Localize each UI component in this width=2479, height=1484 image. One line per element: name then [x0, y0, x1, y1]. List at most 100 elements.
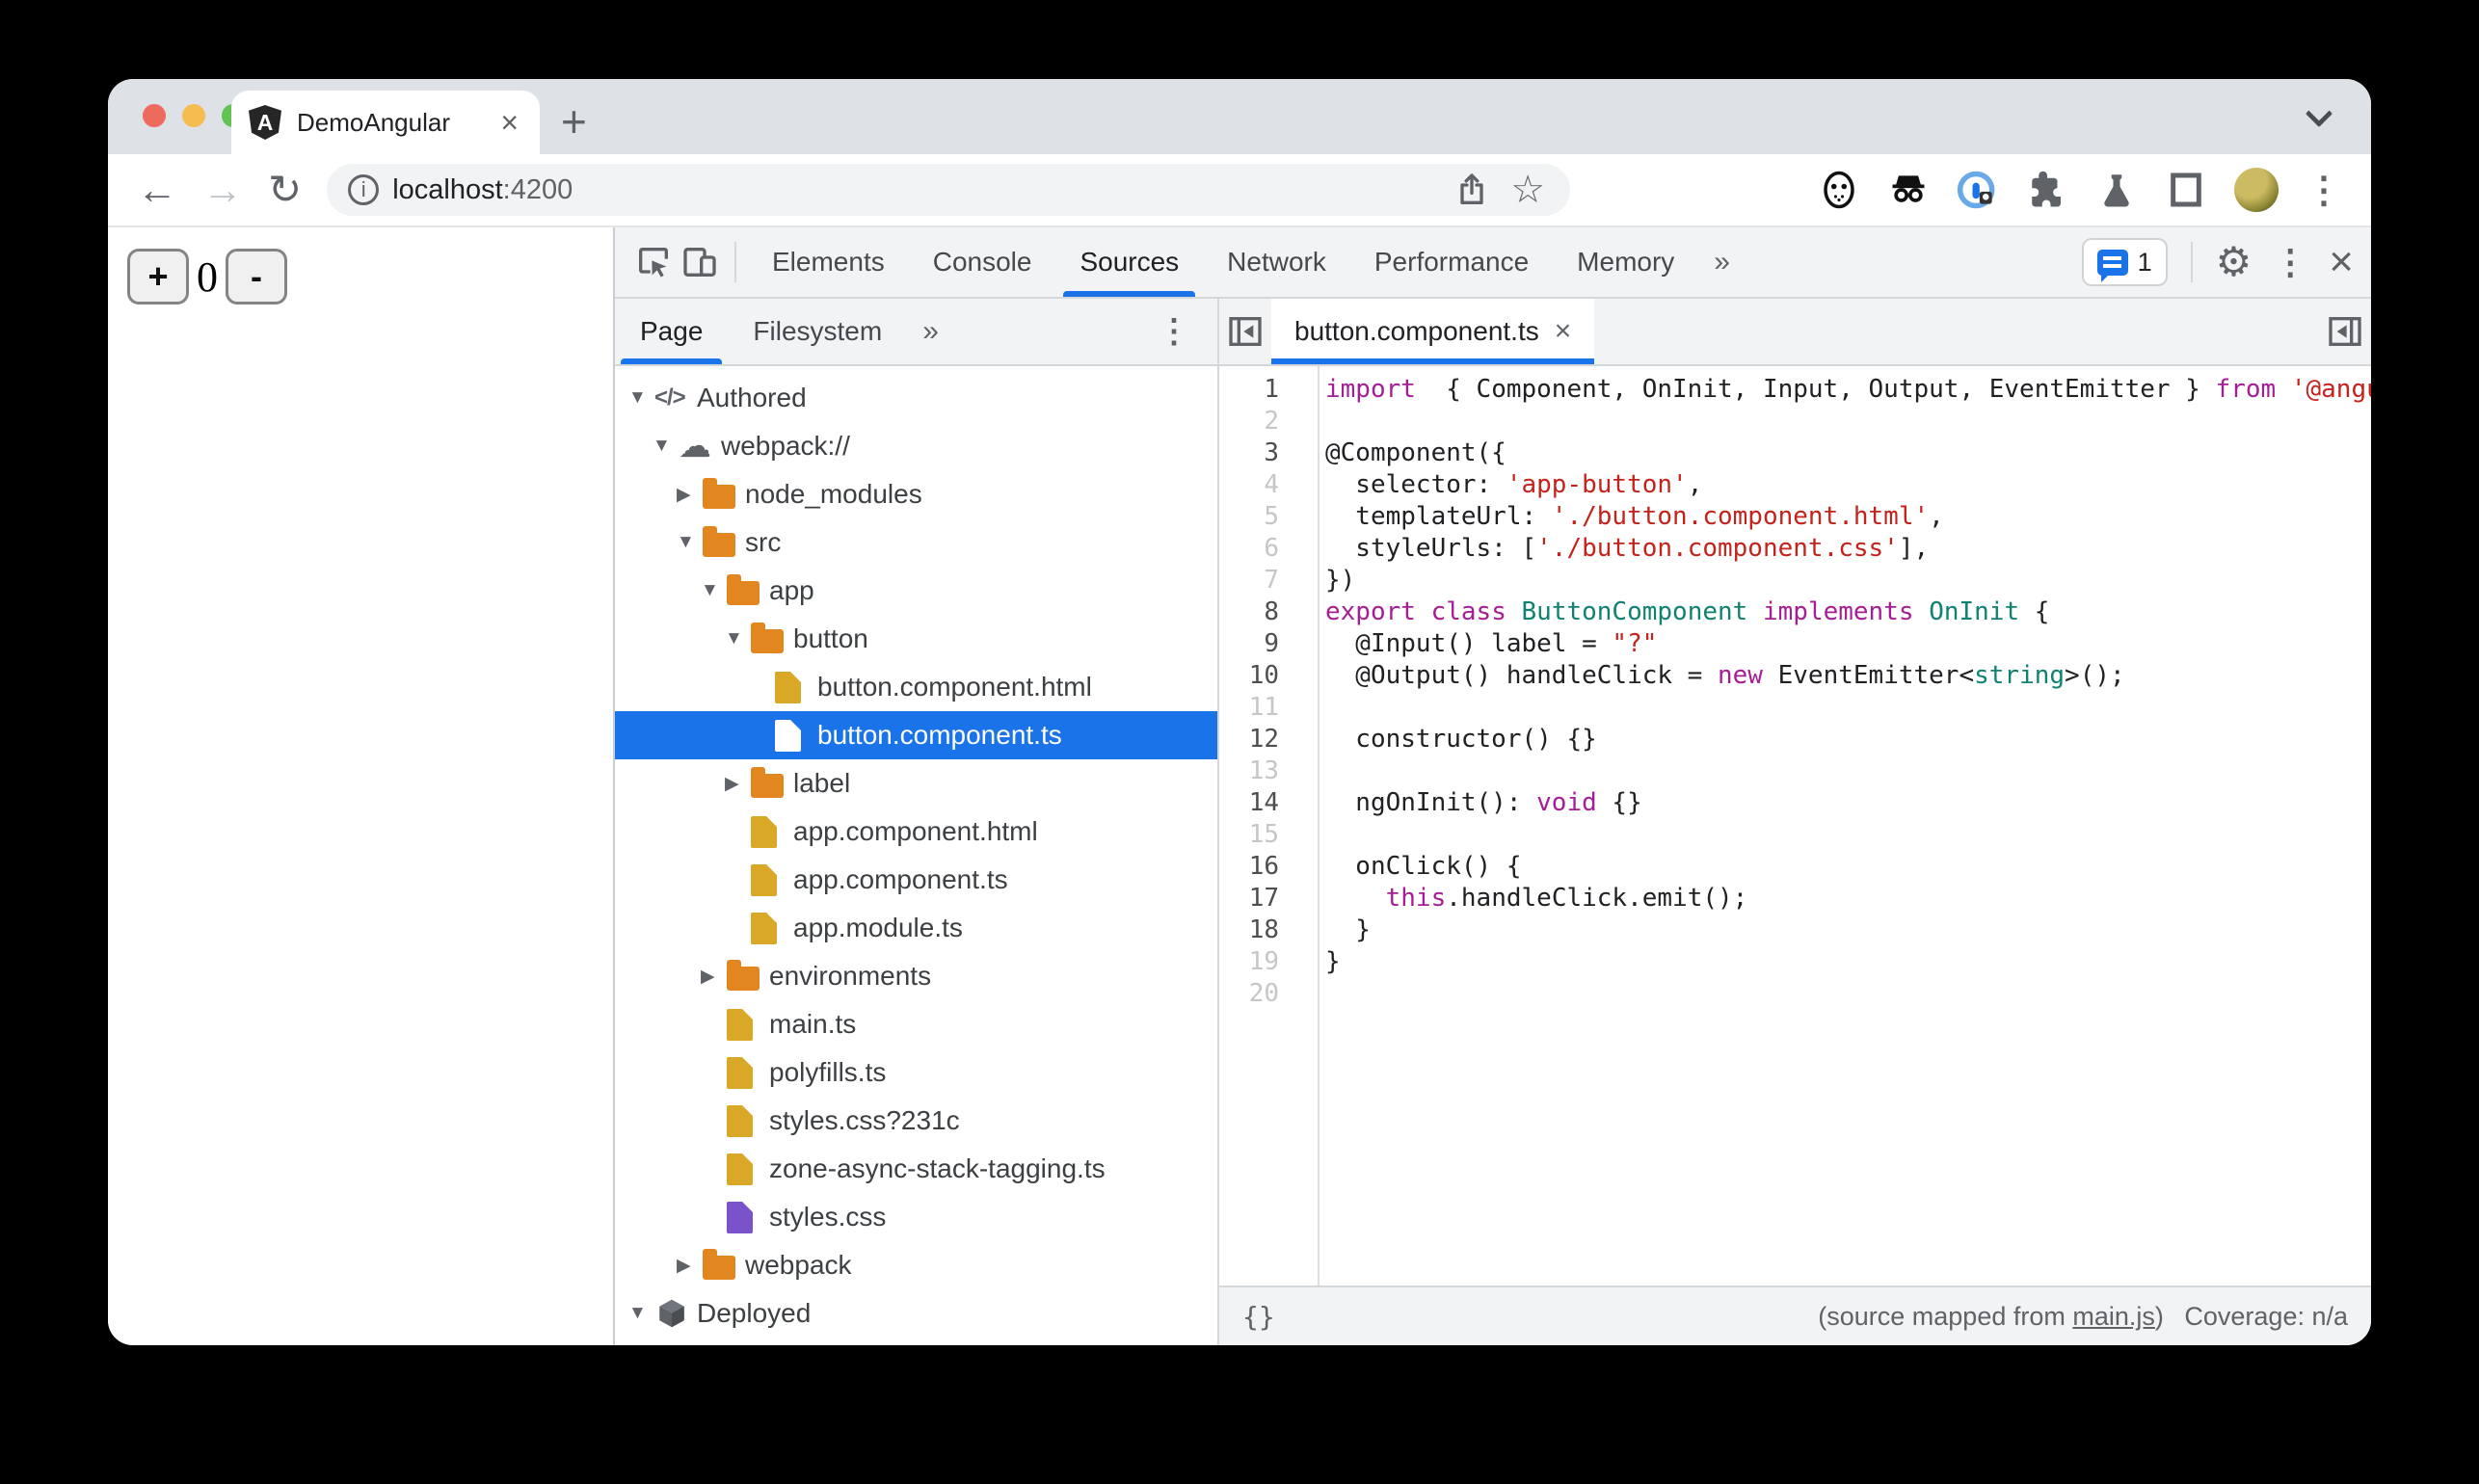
line-number[interactable]: 4: [1219, 469, 1294, 501]
tree-item-polyfills-ts[interactable]: polyfills.ts: [615, 1048, 1217, 1097]
reader-mode-icon[interactable]: [2165, 169, 2207, 211]
reload-button[interactable]: ↻: [268, 170, 302, 210]
code-line-16[interactable]: 16 onClick() {: [1219, 851, 2371, 883]
devtools-menu-kebab-icon[interactable]: ⋮: [2273, 242, 2307, 282]
tree-item-zone-async-stack-tagging-ts[interactable]: zone-async-stack-tagging.ts: [615, 1145, 1217, 1193]
tree-item-item[interactable]: [615, 1338, 1217, 1345]
code-line-20[interactable]: 20: [1219, 978, 2371, 1010]
increment-button[interactable]: +: [127, 249, 189, 305]
tree-item-button-component-html[interactable]: button.component.html: [615, 663, 1217, 711]
line-number[interactable]: 18: [1219, 914, 1294, 946]
show-debugger-sidebar-icon[interactable]: [2319, 299, 2371, 364]
expander-right-icon[interactable]: ▶: [677, 484, 703, 506]
new-tab-button[interactable]: +: [561, 93, 587, 150]
editor-tab-close-icon[interactable]: ×: [1555, 315, 1572, 348]
code-line-11[interactable]: 11: [1219, 692, 2371, 724]
code-line-9[interactable]: 9 @Input() label = "?": [1219, 628, 2371, 660]
profile-avatar[interactable]: [2234, 168, 2279, 212]
expander-down-icon[interactable]: ▼: [628, 1303, 654, 1324]
line-number[interactable]: 19: [1219, 946, 1294, 978]
extensions-puzzle-icon[interactable]: [2026, 169, 2068, 211]
line-number[interactable]: 1: [1219, 374, 1294, 406]
devtools-tab-elements[interactable]: Elements: [748, 227, 909, 297]
devtools-close-icon[interactable]: ×: [2329, 241, 2354, 283]
tree-item-environments[interactable]: ▶ environments: [615, 952, 1217, 1000]
share-icon[interactable]: [1451, 169, 1493, 211]
line-number[interactable]: 17: [1219, 883, 1294, 914]
code-line-18[interactable]: 18 }: [1219, 914, 2371, 946]
code-line-15[interactable]: 15: [1219, 819, 2371, 851]
code-line-14[interactable]: 14 ngOnInit(): void {}: [1219, 787, 2371, 819]
code-line-13[interactable]: 13: [1219, 755, 2371, 787]
line-number[interactable]: 14: [1219, 787, 1294, 819]
back-button[interactable]: ←: [137, 170, 177, 210]
navigator-menu-kebab-icon[interactable]: ⋮: [1158, 312, 1208, 351]
line-number[interactable]: 12: [1219, 724, 1294, 755]
expander-down-icon[interactable]: ▼: [725, 628, 751, 649]
code-line-10[interactable]: 10 @Output() handleClick = new EventEmit…: [1219, 660, 2371, 692]
incognito-extension-icon[interactable]: [1887, 169, 1930, 211]
code-line-19[interactable]: 19}: [1219, 946, 2371, 978]
expander-down-icon[interactable]: ▼: [653, 436, 679, 457]
url-text[interactable]: localhost:4200: [392, 174, 1437, 206]
devtools-tab-console[interactable]: Console: [909, 227, 1056, 297]
more-navigator-tabs-chevrons-icon[interactable]: »: [907, 315, 954, 348]
code-line-4[interactable]: 4 selector: 'app-button',: [1219, 469, 2371, 501]
tree-item-app-module-ts[interactable]: app.module.ts: [615, 904, 1217, 952]
collapse-navigator-icon[interactable]: [1219, 299, 1271, 364]
code-line-5[interactable]: 5 templateUrl: './button.component.html'…: [1219, 501, 2371, 533]
tree-item-node-modules[interactable]: ▶ node_modules: [615, 470, 1217, 518]
expander-right-icon[interactable]: ▶: [701, 966, 727, 988]
code-line-1[interactable]: 1 import { Component, OnInit, Input, Outp…: [1219, 374, 2371, 406]
code-line-8[interactable]: 8 export class ButtonComponent implements…: [1219, 596, 2371, 628]
bookmark-star-icon[interactable]: ☆: [1506, 169, 1549, 211]
tree-item-styles-css-231c[interactable]: styles.css?231c: [615, 1097, 1217, 1145]
tree-item-styles-css[interactable]: styles.css: [615, 1193, 1217, 1241]
expander-down-icon[interactable]: ▼: [677, 532, 703, 553]
expander-right-icon[interactable]: ▶: [677, 1255, 703, 1277]
flask-extension-icon[interactable]: [2095, 169, 2138, 211]
minimize-window-button[interactable]: [182, 104, 205, 127]
close-window-button[interactable]: [143, 104, 166, 127]
line-number[interactable]: 9: [1219, 628, 1294, 660]
code-line-7[interactable]: 7}): [1219, 565, 2371, 596]
tree-item-button-component-ts[interactable]: button.component.ts: [615, 711, 1217, 759]
tree-item-button[interactable]: ▼ button: [615, 615, 1217, 663]
site-info-icon[interactable]: i: [348, 174, 380, 205]
line-number[interactable]: 13: [1219, 755, 1294, 787]
code-line-17[interactable]: 17 this.handleClick.emit();: [1219, 883, 2371, 914]
devtools-tab-sources[interactable]: Sources: [1055, 227, 1203, 297]
browser-menu-kebab-icon[interactable]: ⋮: [2306, 169, 2342, 212]
navigator-tab-page[interactable]: Page: [615, 299, 728, 364]
expander-down-icon[interactable]: ▼: [701, 580, 727, 601]
line-number[interactable]: 10: [1219, 660, 1294, 692]
line-number[interactable]: 11: [1219, 692, 1294, 724]
code-viewer[interactable]: 1 import { Component, OnInit, Input, Outp…: [1219, 366, 2371, 1285]
decrement-button[interactable]: -: [226, 249, 287, 305]
inspect-element-icon[interactable]: [630, 239, 677, 285]
tree-item-deployed[interactable]: ▼ Deployed: [615, 1289, 1217, 1338]
line-number[interactable]: 7: [1219, 565, 1294, 596]
password-manager-icon[interactable]: [1957, 169, 1999, 211]
editor-tab-button-component-ts[interactable]: button.component.ts ×: [1271, 299, 1595, 364]
tab-close-icon[interactable]: ×: [496, 105, 522, 141]
mask-extension-icon[interactable]: [1818, 169, 1860, 211]
tree-item-webpack[interactable]: ▼ ☁ webpack://: [615, 422, 1217, 470]
tree-item-app-component-html[interactable]: app.component.html: [615, 808, 1217, 856]
line-number[interactable]: 20: [1219, 978, 1294, 1010]
line-number[interactable]: 6: [1219, 533, 1294, 565]
expander-right-icon[interactable]: ▶: [725, 773, 751, 795]
tree-item-src[interactable]: ▼ src: [615, 518, 1217, 567]
devtools-tab-network[interactable]: Network: [1203, 227, 1350, 297]
tree-item-app-component-ts[interactable]: app.component.ts: [615, 856, 1217, 904]
more-panels-chevrons-icon[interactable]: »: [1698, 246, 1746, 278]
tree-item-label[interactable]: ▶ label: [615, 759, 1217, 808]
pretty-print-button[interactable]: {}: [1242, 1301, 1275, 1333]
code-line-6[interactable]: 6 styleUrls: ['./button.component.css'],: [1219, 533, 2371, 565]
browser-tab[interactable]: A DemoAngular ×: [231, 91, 540, 154]
address-bar[interactable]: i localhost:4200 ☆: [327, 164, 1571, 216]
line-number[interactable]: 5: [1219, 501, 1294, 533]
devtools-tab-memory[interactable]: Memory: [1553, 227, 1698, 297]
tree-item-app[interactable]: ▼ app: [615, 567, 1217, 615]
navigator-tab-filesystem[interactable]: Filesystem: [728, 299, 907, 364]
